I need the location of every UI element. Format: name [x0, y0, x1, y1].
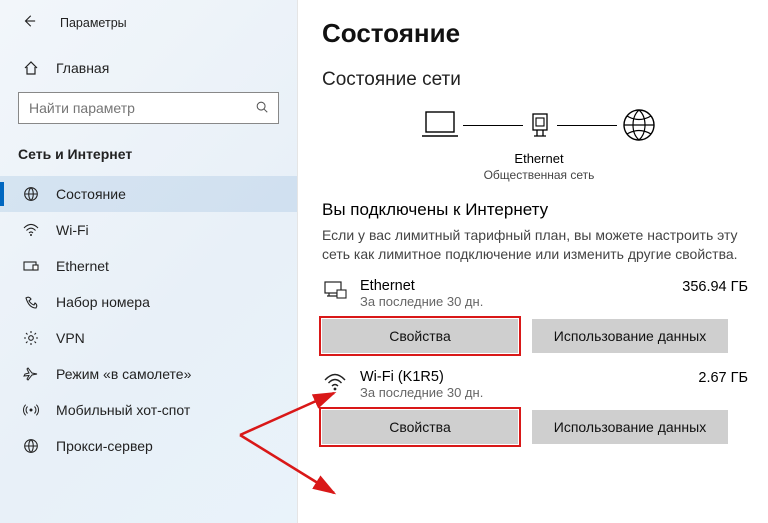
- search-box[interactable]: [18, 92, 279, 124]
- section-title: Сеть и Интернет: [0, 146, 297, 176]
- sidebar-item-label: Прокси-сервер: [56, 438, 153, 454]
- wifi-icon: [22, 222, 40, 238]
- ethernet-icon: [22, 258, 40, 274]
- diagram-sublabel: Общественная сеть: [322, 168, 756, 182]
- wifi-conn-icon: [322, 369, 348, 393]
- sidebar-item-airplane[interactable]: Режим «в самолете»: [0, 356, 297, 392]
- airplane-icon: [22, 366, 40, 382]
- settings-sidebar: Параметры Главная Сеть и Интернет Состоя…: [0, 0, 298, 523]
- conn-sub: За последние 30 дн.: [360, 385, 686, 400]
- connected-desc: Если у вас лимитный тарифный план, вы мо…: [322, 226, 742, 264]
- sidebar-item-status[interactable]: Состояние: [0, 176, 297, 212]
- sidebar-item-label: Состояние: [56, 186, 126, 202]
- properties-button[interactable]: Свойства: [322, 410, 518, 444]
- sidebar-nav: Состояние Wi-Fi Ethernet Набор номера: [0, 176, 297, 464]
- hotspot-icon: [22, 402, 40, 418]
- ethernet-conn-icon: [322, 278, 348, 302]
- sidebar-item-ethernet[interactable]: Ethernet: [0, 248, 297, 284]
- sidebar-item-dialup[interactable]: Набор номера: [0, 284, 297, 320]
- search-input[interactable]: [29, 100, 254, 116]
- properties-button[interactable]: Свойства: [322, 319, 518, 353]
- conn-name: Wi-Fi (K1R5): [360, 369, 686, 385]
- globe-icon: [619, 105, 659, 145]
- conn-usage-value: 2.67 ГБ: [698, 369, 756, 386]
- back-icon[interactable]: [22, 14, 36, 32]
- sidebar-item-proxy[interactable]: Прокси-сервер: [0, 428, 297, 464]
- sidebar-item-label: Ethernet: [56, 258, 109, 274]
- page-title: Состояние: [322, 18, 756, 49]
- sidebar-item-label: Wi-Fi: [56, 222, 89, 238]
- sidebar-item-label: Мобильный хот-спот: [56, 402, 190, 418]
- data-usage-button[interactable]: Использование данных: [532, 410, 728, 444]
- home-icon: [22, 60, 40, 76]
- conn-name: Ethernet: [360, 278, 670, 294]
- home-label: Главная: [56, 60, 109, 76]
- sidebar-item-hotspot[interactable]: Мобильный хот-спот: [0, 392, 297, 428]
- dialup-icon: [22, 294, 40, 310]
- titlebar: Параметры: [0, 0, 297, 52]
- laptop-icon: [419, 106, 461, 144]
- main-content: Состояние Состояние сети Ethernet Общест…: [298, 0, 768, 523]
- router-icon: [525, 106, 555, 144]
- sidebar-item-label: Набор номера: [56, 294, 150, 310]
- sidebar-item-vpn[interactable]: VPN: [0, 320, 297, 356]
- proxy-icon: [22, 438, 40, 454]
- network-diagram: [322, 105, 756, 145]
- sidebar-item-wifi[interactable]: Wi-Fi: [0, 212, 297, 248]
- vpn-icon: [22, 330, 40, 346]
- diagram-label: Ethernet: [322, 151, 756, 166]
- conn-usage-value: 356.94 ГБ: [682, 278, 756, 295]
- data-usage-button[interactable]: Использование данных: [532, 319, 728, 353]
- section-subtitle: Состояние сети: [322, 69, 756, 91]
- sidebar-item-label: Режим «в самолете»: [56, 366, 191, 382]
- connection-wifi: Wi-Fi (K1R5) За последние 30 дн. 2.67 ГБ…: [322, 369, 756, 444]
- conn-sub: За последние 30 дн.: [360, 294, 670, 309]
- status-icon: [22, 186, 40, 202]
- sidebar-home[interactable]: Главная: [0, 52, 297, 90]
- window-title: Параметры: [60, 16, 127, 30]
- connection-ethernet: Ethernet За последние 30 дн. 356.94 ГБ С…: [322, 278, 756, 353]
- sidebar-item-label: VPN: [56, 330, 85, 346]
- search-icon: [254, 100, 270, 117]
- connected-title: Вы подключены к Интернету: [322, 200, 756, 220]
